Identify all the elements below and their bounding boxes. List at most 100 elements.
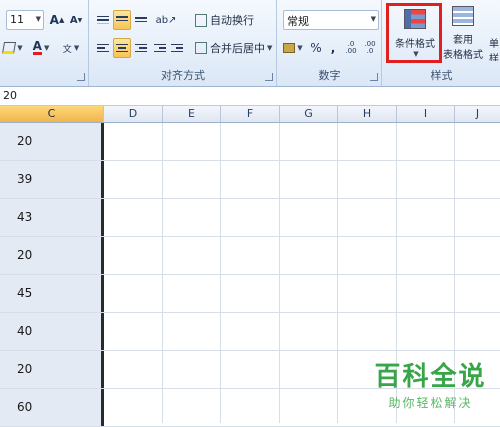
- percent-icon: %: [310, 41, 322, 55]
- align-right-button[interactable]: [132, 38, 150, 58]
- chevron-down-icon: ▼: [43, 44, 50, 52]
- chevron-down-icon: ▼: [35, 15, 41, 23]
- font-color-button[interactable]: A ▼: [28, 38, 54, 58]
- number-group-label: 数字: [318, 69, 341, 82]
- number-format-value: 常规: [287, 15, 309, 28]
- cell-c[interactable]: 45: [0, 275, 104, 312]
- font-group: 11 ▼ A ▲ A ▼ ▼ A ▼ 文 ▼: [0, 0, 89, 86]
- column-header-g[interactable]: G: [280, 106, 338, 122]
- align-left-button[interactable]: [94, 38, 112, 58]
- column-headers: C D E F G H I J: [0, 106, 500, 123]
- chevron-down-icon: ▼: [73, 44, 80, 52]
- table-row: 43: [0, 199, 500, 237]
- table-row: 39: [0, 161, 500, 199]
- currency-button[interactable]: ▼: [281, 38, 305, 58]
- number-dialog-launcher[interactable]: [370, 73, 378, 81]
- align-top-icon: [97, 15, 109, 25]
- percent-button[interactable]: %: [308, 38, 324, 58]
- cell-c[interactable]: 20: [0, 123, 104, 160]
- column-header-i[interactable]: I: [397, 106, 455, 122]
- grow-font-button[interactable]: A ▲: [48, 10, 66, 30]
- comma-button[interactable]: ,: [326, 38, 340, 58]
- watermark-subtitle: 助你轻松解决: [388, 396, 473, 410]
- font-size-value: 11: [10, 13, 24, 26]
- cell-styles-label-bottom: 样: [489, 54, 499, 62]
- merge-center-label: 合并后居中: [210, 42, 265, 55]
- column-header-e[interactable]: E: [163, 106, 221, 122]
- formula-bar[interactable]: 20: [0, 87, 500, 106]
- font-color-icon: A: [32, 39, 42, 55]
- align-bottom-icon: [135, 14, 147, 26]
- merge-cells-icon: [195, 42, 207, 54]
- wrap-text-label: 自动换行: [210, 14, 254, 27]
- number-group: 常规 ▼ ▼ % , .0 .00 .00 .0 数字: [278, 0, 382, 86]
- cell-c[interactable]: 40: [0, 313, 104, 350]
- align-middle-button[interactable]: [113, 10, 131, 30]
- align-top-button[interactable]: [94, 10, 112, 30]
- chevron-down-icon: ▼: [370, 15, 376, 23]
- grow-font-icon: A: [49, 13, 59, 27]
- cell-styles-button[interactable]: 单 样: [487, 4, 500, 62]
- table-row: 45: [0, 275, 500, 313]
- decrease-indent-icon: [154, 43, 166, 53]
- align-middle-icon: [116, 15, 128, 25]
- column-header-f[interactable]: F: [221, 106, 280, 122]
- decrease-decimal-button[interactable]: .00 .0: [361, 38, 379, 58]
- chevron-down-icon: ▼: [17, 44, 23, 52]
- align-right-icon: [135, 43, 147, 53]
- align-left-icon: [97, 43, 109, 53]
- format-as-table-icon: [452, 5, 474, 26]
- cell-c[interactable]: 20: [0, 351, 104, 388]
- chevron-down-icon: ▼: [297, 44, 303, 52]
- chevron-down-icon: ▼: [267, 44, 273, 52]
- merge-center-button[interactable]: 合并后居中 ▼: [194, 38, 274, 58]
- alignment-group-label: 对齐方式: [161, 69, 205, 82]
- fill-color-button[interactable]: ▼: [0, 38, 26, 58]
- wrap-text-icon: [195, 13, 207, 27]
- increase-indent-button[interactable]: [169, 38, 185, 58]
- align-center-icon: [116, 43, 128, 53]
- phonetic-button[interactable]: 文 ▼: [57, 38, 85, 58]
- cell-styles-label-top: 单: [489, 39, 499, 50]
- alignment-group: ab↗ 自动换行 合并后居中 ▼ 对齐方式: [90, 0, 277, 86]
- paint-bucket-icon: [2, 42, 17, 54]
- column-header-j[interactable]: J: [455, 106, 500, 122]
- watermark-title: 百科全说: [374, 362, 487, 392]
- table-row: 40: [0, 313, 500, 351]
- number-format-select[interactable]: 常规 ▼: [283, 10, 379, 30]
- watermark: 百科全说 助你轻松解决: [373, 362, 488, 411]
- formula-bar-value: 20: [3, 89, 17, 102]
- format-as-table-label-top: 套用: [453, 34, 473, 46]
- table-row: 20: [0, 237, 500, 275]
- format-as-table-label-bottom: 表格格式: [443, 49, 483, 61]
- comma-icon: ,: [330, 41, 336, 55]
- text-orientation-icon: ab↗: [155, 14, 177, 26]
- increase-decimal-button[interactable]: .0 .00: [342, 38, 360, 58]
- cell-c[interactable]: 20: [0, 237, 104, 274]
- phonetic-icon: 文: [62, 44, 72, 55]
- decrease-decimal-icon: .00 .0: [364, 40, 376, 55]
- alignment-dialog-launcher[interactable]: [265, 73, 273, 81]
- decrease-indent-button[interactable]: [152, 38, 168, 58]
- highlight-box: [386, 3, 442, 63]
- align-bottom-button[interactable]: [132, 10, 150, 30]
- wrap-text-button[interactable]: 自动换行: [194, 10, 266, 30]
- cell-c[interactable]: 39: [0, 161, 104, 198]
- cell-c[interactable]: 60: [0, 389, 104, 426]
- orientation-button[interactable]: ab↗: [152, 10, 180, 30]
- cell-c[interactable]: 43: [0, 199, 104, 236]
- shrink-font-icon: A: [69, 14, 78, 26]
- font-dialog-launcher[interactable]: [77, 73, 85, 81]
- currency-icon: [283, 43, 296, 53]
- table-row: 20: [0, 123, 500, 161]
- increase-decimal-icon: .0 .00: [345, 40, 357, 55]
- styles-group-label: 样式: [430, 69, 453, 82]
- font-size-select[interactable]: 11 ▼: [6, 10, 44, 30]
- column-header-h[interactable]: H: [338, 106, 397, 122]
- format-as-table-button[interactable]: 套用 表格格式: [443, 4, 483, 62]
- column-header-d[interactable]: D: [104, 106, 163, 122]
- align-center-button[interactable]: [113, 38, 131, 58]
- increase-indent-icon: [171, 43, 183, 53]
- shrink-font-button[interactable]: A ▼: [67, 10, 85, 30]
- column-header-c[interactable]: C: [0, 106, 104, 122]
